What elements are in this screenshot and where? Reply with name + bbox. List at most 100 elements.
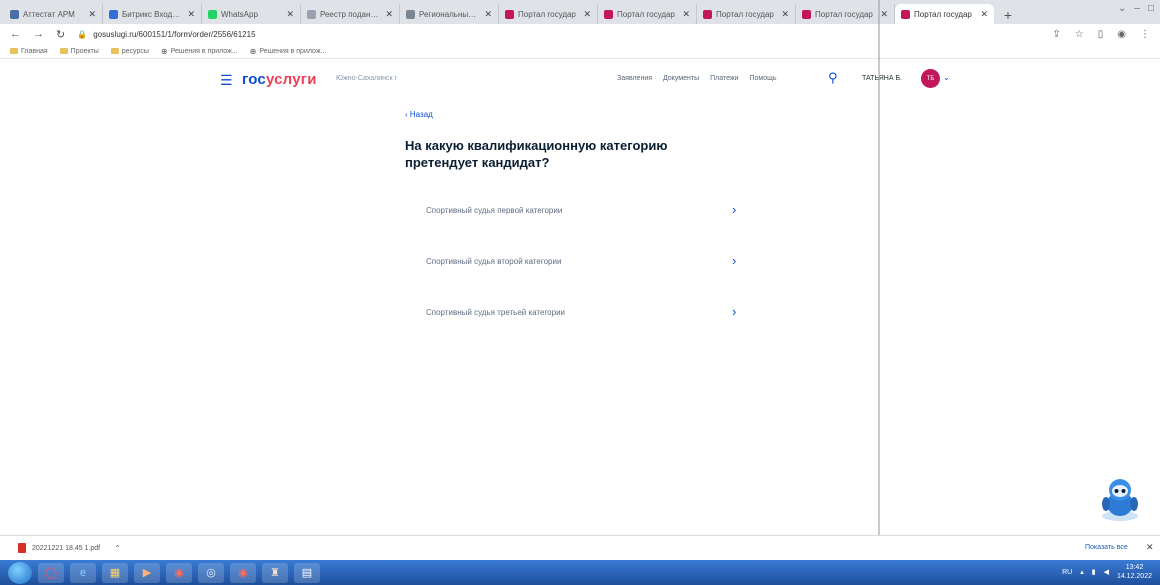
tab-close-icon[interactable]: ✕ [385, 9, 393, 20]
language-indicator[interactable]: RU [1062, 569, 1072, 576]
chevron-right-icon: › [732, 202, 737, 217]
tab-close-icon[interactable]: ✕ [980, 9, 988, 20]
scan-artifact-line [878, 0, 880, 560]
tab-favicon-icon [10, 9, 19, 19]
browser-tab[interactable]: Портал государ ✕ [598, 4, 697, 24]
globe-icon: ⊕ [249, 46, 257, 56]
browser-tab[interactable]: Региональный по ✕ [400, 4, 499, 24]
option-third-category[interactable]: Спортивный судья третьей категории › [405, 287, 745, 338]
browser-tab-strip: Аттестат АРМ✕ Битрикс Входящие✕ WhatsApp… [0, 0, 1160, 24]
browser-tab[interactable]: Битрикс Входящие✕ [103, 4, 202, 24]
taskbar-app-media-icon[interactable]: ▶ [134, 562, 160, 583]
browser-tab[interactable]: Реестр поданных ✕ [301, 4, 400, 24]
volume-icon[interactable]: ◀ [1104, 568, 1109, 576]
tab-label: Портал государ [914, 9, 972, 19]
tab-close-icon[interactable]: ✕ [781, 9, 789, 20]
back-arrow-icon[interactable]: ← [10, 28, 21, 40]
url-text: gosuslugi.ru/600151/1/form/order/2556/61… [93, 29, 256, 39]
browser-tab[interactable]: Портал государ ✕ [796, 4, 895, 24]
tab-close-icon[interactable]: ✕ [583, 9, 591, 20]
tab-close-icon[interactable]: ✕ [484, 9, 492, 20]
nav-item-help[interactable]: Помощь [750, 75, 777, 82]
back-link[interactable]: ‹ Назад [405, 110, 433, 119]
bookmark-label: ресурсы [121, 47, 149, 55]
folder-icon [10, 48, 18, 54]
taskbar-app-user-icon[interactable]: ♜ [262, 562, 288, 583]
nav-item-applications[interactable]: Заявления [617, 75, 652, 82]
browser-tab[interactable]: Портал государ ✕ [499, 4, 598, 24]
browser-tab[interactable]: Аттестат АРМ ✕ [4, 4, 103, 24]
taskbar-app-browser-icon[interactable]: ◎ [198, 562, 224, 583]
search-icon[interactable]: ⚲ [828, 70, 838, 86]
avatar[interactable]: ТБ [921, 69, 940, 88]
side-panel-icon[interactable]: ▯ [1098, 29, 1104, 40]
start-button[interactable] [8, 561, 32, 584]
taskbar-app-ie-icon[interactable]: e [70, 562, 96, 583]
maximize-icon[interactable]: □ [1148, 3, 1154, 14]
tab-close-icon[interactable]: ✕ [682, 9, 690, 20]
tab-favicon-icon [109, 9, 118, 19]
globe-icon: ⊕ [160, 46, 168, 56]
bookmark-folder[interactable]: Проекты [59, 48, 99, 55]
profile-icon[interactable]: ◉ [1117, 29, 1126, 40]
tab-label: Портал государ [617, 9, 675, 19]
bookmark-folder[interactable]: Главная [10, 48, 48, 55]
download-shelf: 20221221 18.45 1.pdf ⌃ Показать все ✕ [0, 535, 1160, 560]
share-icon[interactable]: ⇪ [1052, 29, 1060, 40]
bookmark-label: Решения в прилож... [170, 47, 238, 55]
bookmark-label: Решения в прилож... [259, 47, 327, 55]
reload-icon[interactable]: ↻ [56, 28, 65, 41]
tab-favicon-icon [307, 9, 316, 19]
tab-close-icon[interactable]: ✕ [286, 9, 294, 20]
tab-search-icon[interactable]: ⌄ [1118, 3, 1126, 14]
option-second-category[interactable]: Спортивный судья второй категории › [405, 236, 745, 287]
region-selector[interactable]: Южно-Сахалинск г [336, 75, 397, 82]
browser-tab[interactable]: WhatsApp ✕ [202, 4, 301, 24]
browser-tab-active[interactable]: Портал государ ✕ [895, 4, 994, 24]
tab-label: Портал государ [518, 9, 576, 19]
option-label: Спортивный судья первой категории [426, 206, 563, 215]
clock[interactable]: 13:42 14.12.2022 [1117, 563, 1152, 581]
option-first-category[interactable]: Спортивный судья первой категории › [405, 185, 745, 236]
tab-favicon-icon [901, 9, 910, 19]
browser-tab[interactable]: Портал государ ✕ [697, 4, 796, 24]
tab-label: Аттестат АРМ [23, 9, 75, 19]
bookmark-star-icon[interactable]: ☆ [1075, 29, 1084, 40]
taskbar-app-explorer-icon[interactable]: ▦ [102, 562, 128, 583]
hamburger-menu-icon[interactable]: ☰ [220, 72, 233, 89]
address-bar: ← → ↻ 🔒 gosuslugi.ru/600151/1/form/order… [0, 24, 1160, 44]
chevron-down-icon[interactable]: ⌄ [943, 73, 950, 82]
tab-label: Портал государ [716, 9, 774, 19]
minimize-icon[interactable]: – [1134, 3, 1140, 14]
nav-item-payments[interactable]: Платежи [710, 75, 738, 82]
tab-label: Битрикс Входящие [122, 9, 184, 19]
bookmark-folder[interactable]: ресурсы [110, 47, 149, 55]
network-icon[interactable]: ▮ [1092, 568, 1096, 576]
tab-close-icon[interactable]: ✕ [880, 9, 888, 20]
url-field[interactable]: 🔒 gosuslugi.ru/600151/1/form/order/2556/… [77, 30, 255, 39]
top-nav: Заявления Документы Платежи Помощь [617, 75, 777, 82]
robot-assistant-icon[interactable] [1095, 474, 1145, 522]
chevron-up-icon[interactable]: ⌃ [114, 544, 121, 553]
forward-arrow-icon[interactable]: → [33, 28, 44, 40]
close-icon[interactable]: ✕ [1146, 542, 1154, 553]
user-name[interactable]: ТАТЬЯНА Б. [862, 75, 902, 82]
download-item[interactable]: 20221221 18.45 1.pdf ⌃ [18, 543, 121, 553]
tab-close-icon[interactable]: ✕ [187, 9, 195, 20]
option-label: Спортивный судья третьей категории [426, 308, 566, 317]
taskbar-app-chrome-icon[interactable]: ◉ [166, 562, 192, 583]
taskbar-app-document-icon[interactable]: ▤ [294, 562, 320, 583]
site-logo[interactable]: госуслуги [242, 71, 317, 88]
taskbar-app-chrome-icon[interactable]: ◉ [230, 562, 256, 583]
site-header: ☰ госуслуги Южно-Сахалинск г Заявления Д… [0, 60, 1160, 98]
taskbar-app-opera-icon[interactable]: ◯ [38, 562, 64, 583]
show-all-downloads-link[interactable]: Показать все [1085, 544, 1128, 551]
bookmark-link[interactable]: ⊕ Решения в прилож... [161, 47, 238, 56]
chevron-right-icon: › [732, 253, 737, 268]
bookmark-link[interactable]: ⊕ Решения в прилож... [250, 47, 327, 56]
menu-kebab-icon[interactable]: ⋮ [1140, 29, 1150, 40]
tab-close-icon[interactable]: ✕ [88, 9, 96, 20]
tray-arrow-icon[interactable]: ▴ [1080, 568, 1084, 576]
nav-item-documents[interactable]: Документы [663, 75, 699, 82]
new-tab-button[interactable]: + [998, 6, 1018, 24]
